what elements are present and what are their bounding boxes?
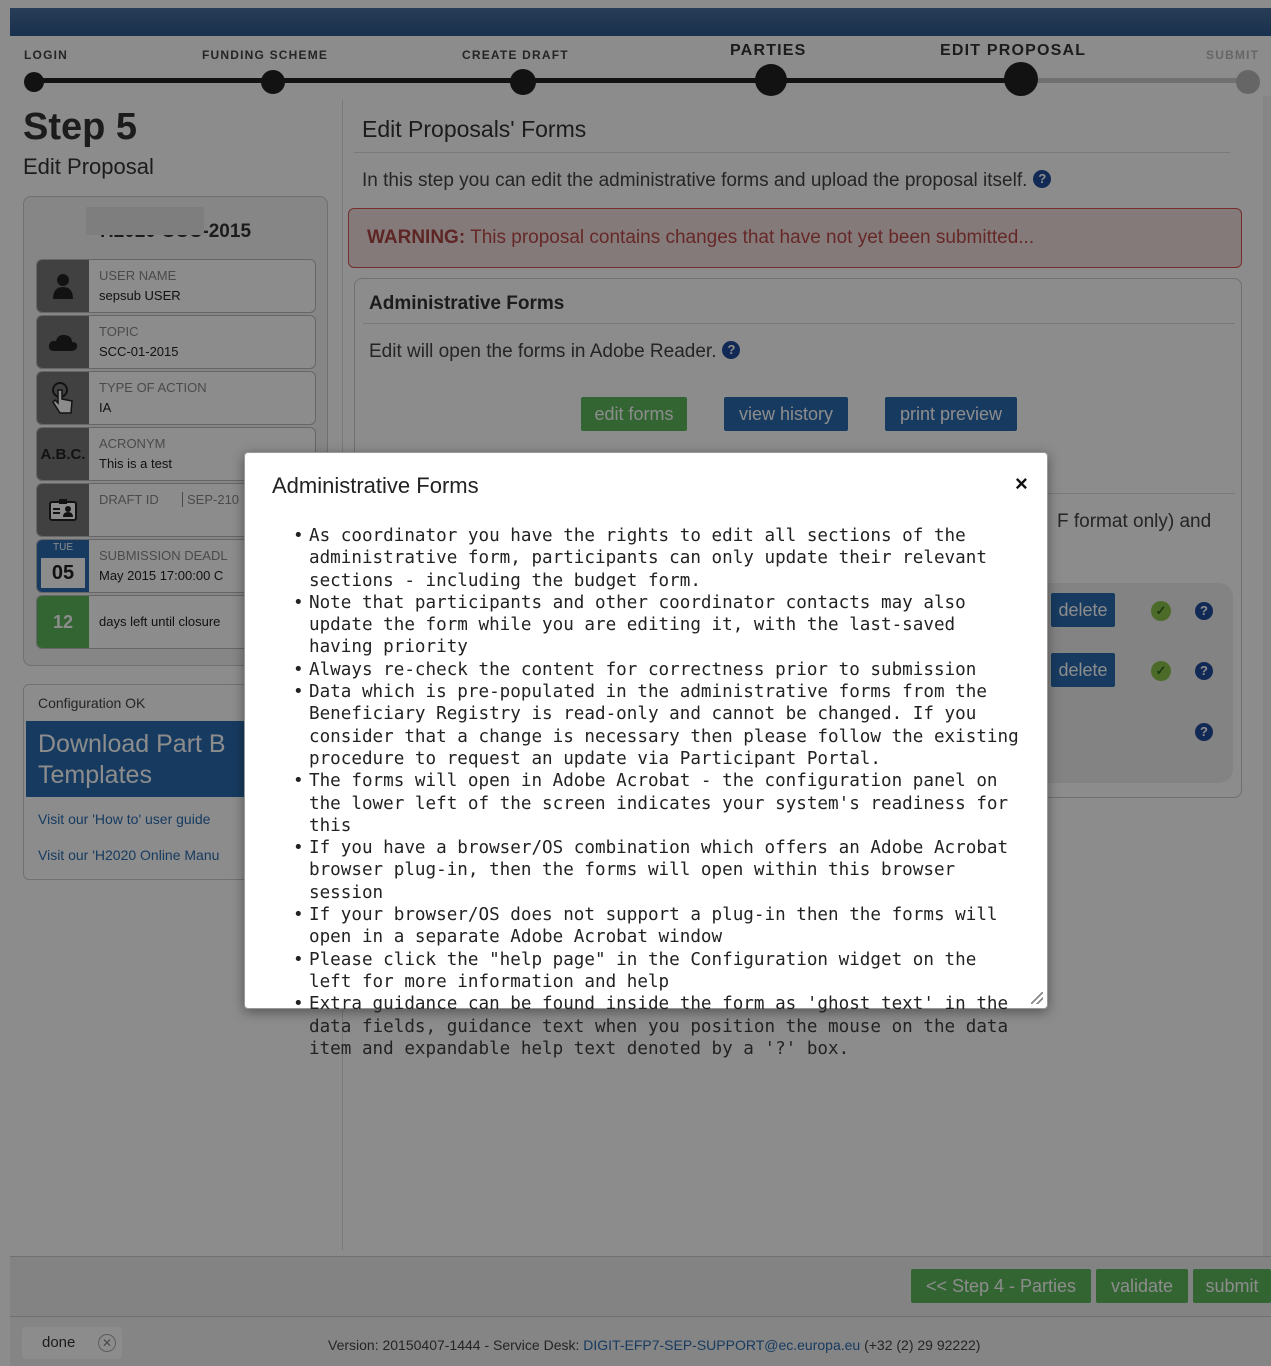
resize-handle[interactable]: [1031, 992, 1043, 1004]
administrative-forms-dialog: Administrative Forms × As coordinator yo…: [244, 452, 1048, 1059]
list-item: Note that participants and other coordin…: [285, 592, 1025, 659]
list-item: Please click the "help page" in the Conf…: [285, 949, 1025, 994]
list-item: If your browser/OS does not support a pl…: [285, 904, 1025, 949]
list-item: If you have a browser/OS combination whi…: [285, 837, 1025, 904]
close-icon[interactable]: ×: [1015, 471, 1028, 497]
list-item: The forms will open in Adobe Acrobat - t…: [285, 770, 1025, 837]
dialog-title: Administrative Forms: [272, 473, 479, 498]
list-item: Extra guidance can be found inside the f…: [285, 993, 1025, 1060]
list-item: As coordinator you have the rights to ed…: [285, 525, 1025, 592]
list-item: Always re-check the content for correctn…: [285, 659, 1025, 682]
guidance-list: As coordinator you have the rights to ed…: [285, 525, 1025, 1060]
list-item: Data which is pre-populated in the admin…: [285, 681, 1025, 770]
